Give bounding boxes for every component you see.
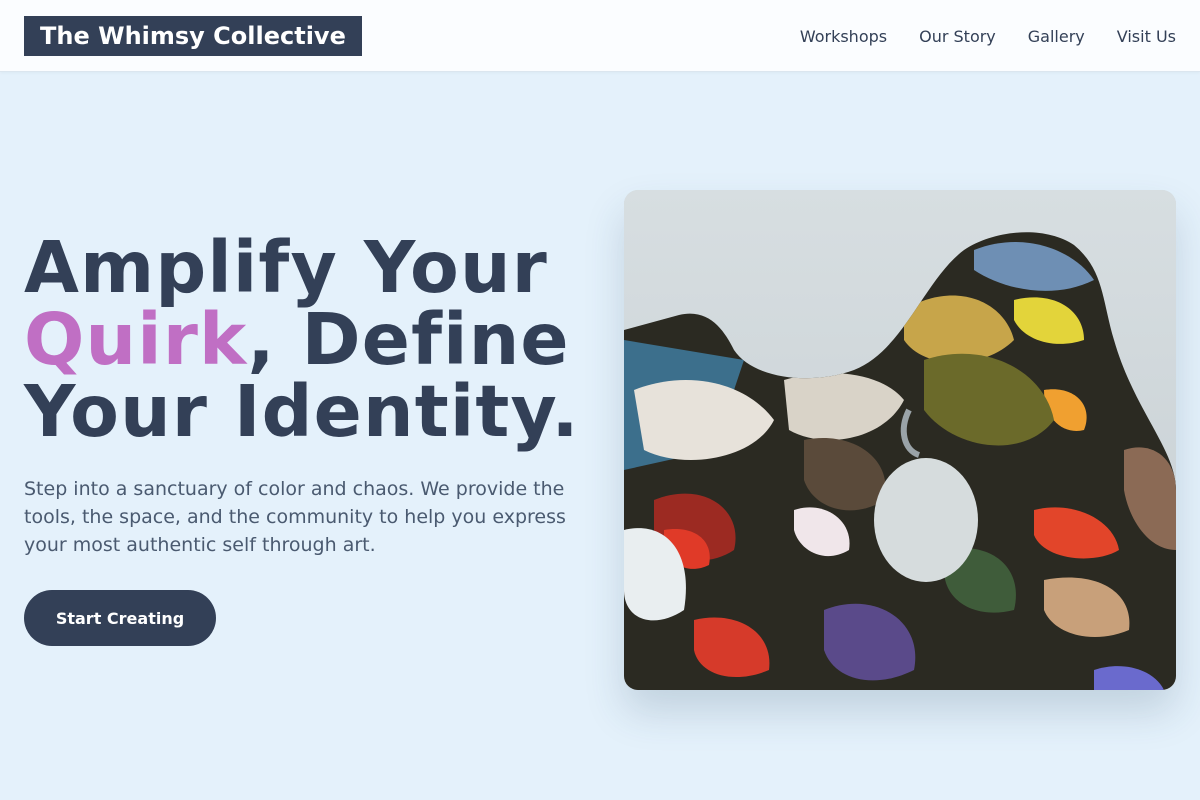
main-nav: Workshops Our Story Gallery Visit Us <box>768 0 1176 72</box>
brand-logo[interactable]: The Whimsy Collective <box>24 16 362 56</box>
hero-description: Step into a sanctuary of color and chaos… <box>24 478 566 556</box>
headline-accent-word: Quirk <box>24 298 248 381</box>
site-header: The Whimsy Collective Workshops Our Stor… <box>0 0 1200 72</box>
headline-line-1: Amplify Your <box>24 226 548 309</box>
headline-line-3: Your Identity. <box>24 370 580 453</box>
headline-line-2-rest: , Define <box>247 298 570 381</box>
nav-link-our-story[interactable]: Our Story <box>919 27 996 46</box>
paint-palette-illustration <box>624 190 1176 690</box>
hero-image <box>624 190 1176 690</box>
nav-link-gallery[interactable]: Gallery <box>1028 27 1085 46</box>
hero-headline: Amplify Your Quirk, Define Your Identity… <box>24 232 604 448</box>
nav-link-visit-us[interactable]: Visit Us <box>1117 27 1176 46</box>
start-creating-button[interactable]: Start Creating <box>24 590 216 646</box>
nav-link-workshops[interactable]: Workshops <box>800 27 887 46</box>
